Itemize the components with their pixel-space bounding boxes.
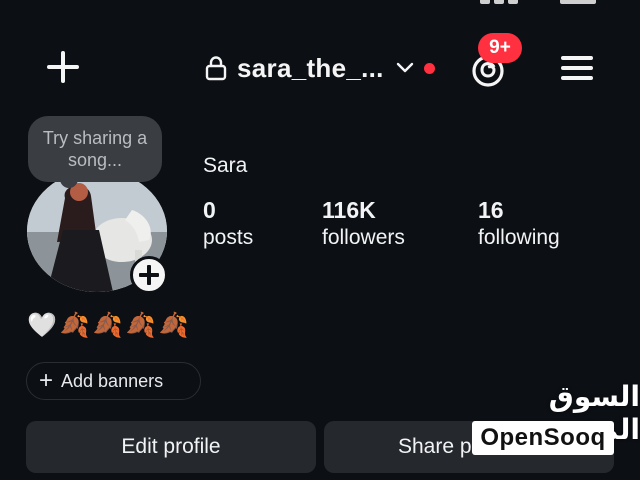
username: sara_the_...	[237, 52, 384, 83]
posts-count: 0	[203, 197, 216, 223]
bio-emojis: 🤍🍂🍂🍂🍂	[27, 312, 192, 339]
chevron-down-icon	[396, 62, 413, 73]
followers-count: 116K	[322, 197, 376, 223]
add-banners-button[interactable]: + Add banners	[26, 362, 201, 400]
plus-icon: +	[39, 367, 54, 394]
watermark-logo: OpenSooq	[472, 421, 614, 455]
status-icons	[480, 0, 600, 4]
notification-badge: 9+	[478, 33, 522, 63]
note-bubble[interactable]: Try sharing a song...	[28, 116, 162, 182]
edit-profile-button[interactable]: Edit profile	[26, 421, 316, 473]
stat-posts[interactable]: 0 posts	[203, 196, 253, 252]
account-switcher[interactable]: sara_the_...	[205, 52, 435, 84]
following-label: following	[478, 226, 560, 249]
create-plus-icon[interactable]	[44, 49, 82, 87]
lock-icon	[205, 56, 227, 81]
hamburger-menu-icon[interactable]	[558, 52, 598, 84]
status-time-clipped: ·· · ·	[70, 0, 120, 10]
top-bar: sara_the_... 9+	[0, 33, 640, 96]
stat-following[interactable]: 16 following	[478, 196, 560, 252]
profile-screen: ·· · · sara_the_... 9+	[0, 0, 640, 480]
unread-dot	[423, 62, 435, 74]
add-banners-label: Add banners	[61, 370, 164, 391]
stat-followers[interactable]: 116K followers	[322, 196, 405, 252]
followers-label: followers	[322, 226, 405, 249]
add-story-plus-icon[interactable]	[130, 256, 168, 294]
following-count: 16	[478, 197, 504, 223]
posts-label: posts	[203, 226, 254, 249]
display-name: Sara	[203, 154, 248, 177]
